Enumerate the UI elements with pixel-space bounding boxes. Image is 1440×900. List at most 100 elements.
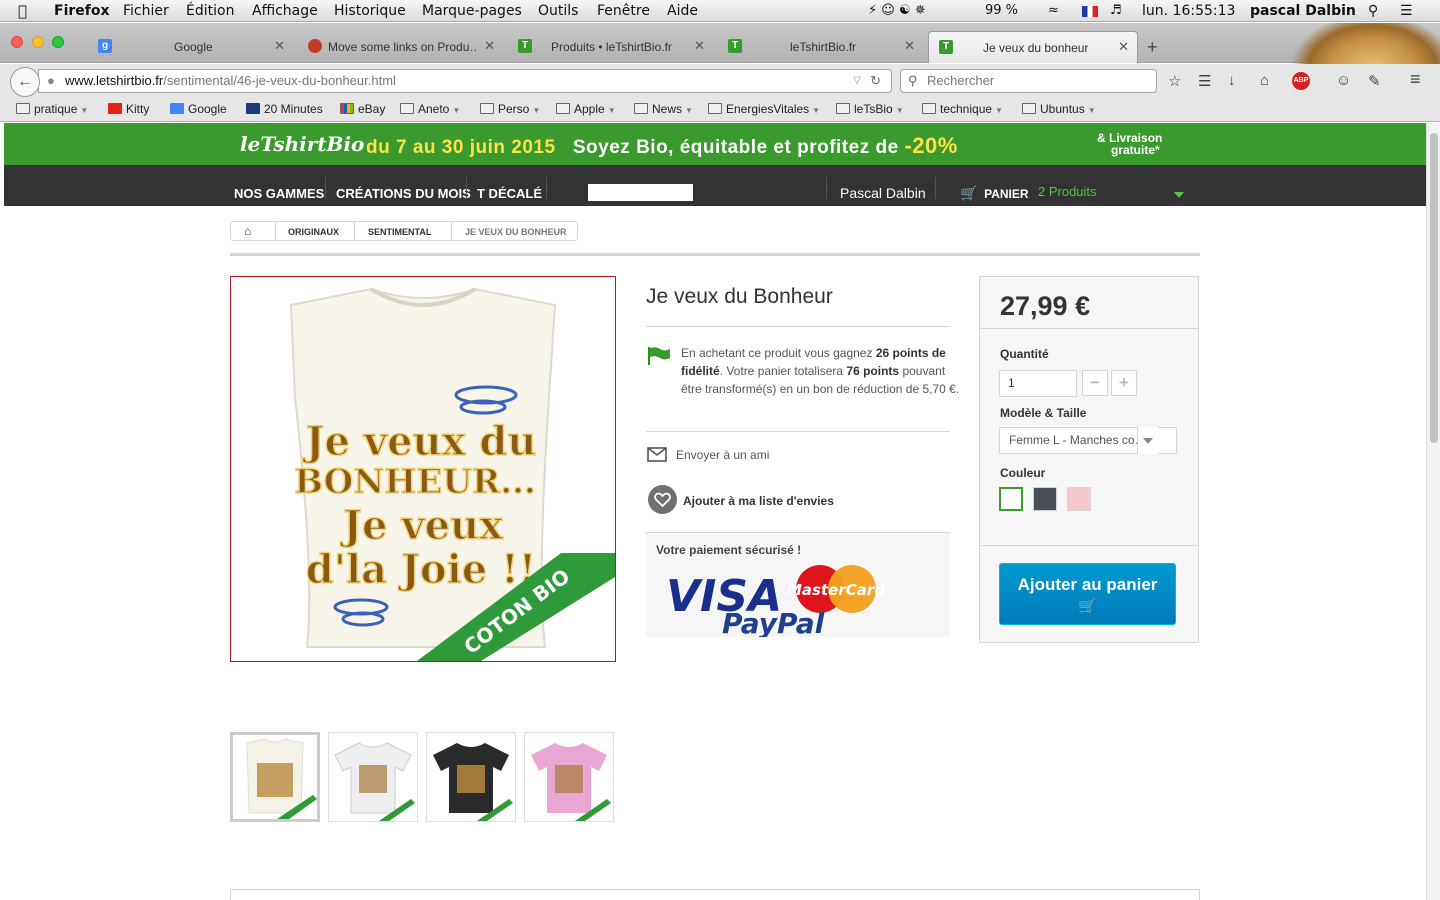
bookmark-ubuntus[interactable]: Ubuntus ▼	[1022, 102, 1096, 116]
color-swatch-grey[interactable]	[1033, 487, 1057, 511]
spotlight-icon[interactable]: ⚲	[1368, 3, 1378, 19]
bookmark-technique[interactable]: technique ▼	[922, 102, 1003, 116]
clock[interactable]: lun. 16:55:13	[1142, 3, 1235, 19]
bookmark-google[interactable]: Google	[170, 102, 227, 116]
cart-count[interactable]: 2 Produits	[1038, 184, 1097, 199]
quantity-minus-button[interactable]: −	[1082, 370, 1108, 396]
menu-outils[interactable]: Outils	[538, 3, 578, 19]
thumbnail-4[interactable]	[524, 732, 614, 822]
send-to-friend-link[interactable]: Envoyer à un ami	[676, 448, 769, 462]
product-main-image[interactable]: Je veux du BONHEUR... Je veux d'la Joie …	[230, 276, 616, 662]
cart-link[interactable]: 🛒 PANIER	[960, 185, 1029, 202]
account-link[interactable]: Pascal Dalbin	[840, 185, 926, 201]
secure-payment-title: Votre paiement sécurisé !	[656, 543, 802, 557]
home-icon[interactable]: ⌂	[1260, 72, 1269, 89]
site-search-input[interactable]	[588, 184, 693, 201]
menu-app[interactable]: Firefox	[54, 3, 110, 19]
user-name[interactable]: pascal Dalbin	[1250, 3, 1356, 19]
menu-historique[interactable]: Historique	[334, 3, 406, 19]
menu-marque-pages[interactable]: Marque-pages	[422, 3, 522, 19]
nav-creations-du-mois[interactable]: CRÉATIONS DU MOIS	[336, 186, 471, 201]
bookmarks-list-icon[interactable]: ☰	[1198, 72, 1211, 90]
tab-letshirtbio[interactable]: T leTshirtBio.fr ✕	[718, 31, 923, 63]
thumbnail-2[interactable]	[328, 732, 418, 822]
tab-title: Google	[174, 40, 213, 54]
heart-icon[interactable]	[648, 485, 677, 514]
home-icon[interactable]: ⌂	[244, 224, 251, 238]
chevron-down-icon[interactable]	[1137, 427, 1158, 454]
folder-icon	[922, 103, 936, 114]
puzzle-addon-icon[interactable]: ✎	[1368, 72, 1381, 90]
url-bar[interactable]: ● www.letshirtbio.fr/sentimental/46-je-v…	[38, 69, 892, 93]
scrollbar-thumb[interactable]	[1430, 133, 1438, 443]
close-window-icon[interactable]	[11, 36, 23, 48]
smiley-addon-icon[interactable]: ☺	[1336, 72, 1351, 89]
volume-icon[interactable]: ♬	[1110, 3, 1122, 18]
bookmark-apple[interactable]: Apple ▼	[556, 102, 616, 116]
quantity-plus-button[interactable]: +	[1111, 370, 1137, 396]
adblock-icon[interactable]: ABP	[1292, 72, 1310, 90]
menu-fenetre[interactable]: Fenêtre	[597, 3, 650, 19]
bookmark-ebay[interactable]: eBay	[340, 102, 385, 116]
tab-google[interactable]: g Google ✕	[88, 31, 293, 63]
close-tab-icon[interactable]: ✕	[484, 38, 495, 54]
bookmark-perso[interactable]: Perso ▼	[480, 102, 540, 116]
page-scrollbar[interactable]	[1426, 123, 1440, 900]
notification-icon[interactable]: ☰	[1400, 3, 1413, 19]
color-swatch-white[interactable]	[999, 487, 1023, 511]
hamburger-menu-icon[interactable]: ≡	[1410, 69, 1421, 90]
flag-fr-icon[interactable]	[1082, 6, 1098, 17]
minimize-window-icon[interactable]	[32, 36, 44, 48]
bookmark-energiesvitales[interactable]: EnergiesVitales ▼	[708, 102, 820, 116]
promo-banner[interactable]: leTshirtBio du 7 au 30 juin 2015 Soyez B…	[4, 123, 1426, 165]
wifi-icon[interactable]: ≈	[1048, 3, 1059, 18]
bookmark-kitty[interactable]: Kitty	[108, 102, 149, 116]
zoom-window-icon[interactable]	[52, 36, 64, 48]
loyalty-points-text: En achetant ce produit vous gagnez 26 po…	[681, 346, 960, 396]
color-swatch-pink[interactable]	[1067, 487, 1091, 511]
tab-produits[interactable]: T Produits • leTshirtBio.fr ✕	[508, 31, 713, 63]
tab-move-links[interactable]: Move some links on Produ… ✕	[298, 31, 503, 63]
cart-dropdown-icon[interactable]	[1174, 192, 1184, 198]
bookmark-star-icon[interactable]: ☆	[1168, 72, 1181, 90]
bookmark-news[interactable]: News ▼	[634, 102, 693, 116]
thumbnail-1[interactable]	[230, 732, 320, 822]
status-icons[interactable]: ⚡ ☺ ☯ ✵	[868, 3, 926, 18]
new-tab-icon[interactable]: +	[1147, 37, 1158, 58]
bookmark-20-minutes[interactable]: 20 Minutes	[246, 102, 323, 116]
download-icon[interactable]: ↓	[1228, 72, 1236, 89]
menu-fichier[interactable]: Fichier	[123, 3, 169, 19]
image-text-line2: BONHEUR...	[294, 462, 536, 502]
back-button[interactable]: ←	[10, 67, 40, 97]
url-domain: www.letshirtbio.fr	[65, 73, 164, 88]
menu-edition[interactable]: Édition	[186, 3, 234, 19]
divider	[980, 328, 1198, 329]
google-icon	[170, 103, 184, 114]
bookmark-pratique[interactable]: pratique ▼	[16, 102, 88, 116]
breadcrumb-sentimental[interactable]: SENTIMENTAL	[368, 227, 431, 237]
add-to-wishlist-link[interactable]: Ajouter à ma liste d'envies	[683, 494, 834, 508]
nav-nos-gammes[interactable]: NOS GAMMES	[234, 186, 324, 201]
site-logo[interactable]: leTshirtBio	[240, 132, 364, 156]
close-tab-icon[interactable]: ✕	[1118, 39, 1129, 55]
url-dropdown-icon[interactable]: ▽	[853, 70, 861, 92]
bookmark-letsbio[interactable]: leTsBio ▼	[836, 102, 904, 116]
quantity-input[interactable]: 1	[999, 370, 1077, 397]
menu-affichage[interactable]: Affichage	[252, 3, 318, 19]
search-bar[interactable]: ⚲ Rechercher	[900, 69, 1157, 93]
thumbnail-3[interactable]	[426, 732, 516, 822]
add-to-cart-button[interactable]: Ajouter au panier 🛒	[999, 563, 1176, 625]
tab-je-veux-du-bonheur[interactable]: T Je veux du bonheur ✕	[928, 31, 1138, 63]
close-tab-icon[interactable]: ✕	[274, 38, 285, 54]
breadcrumb-originaux[interactable]: ORIGINAUX	[288, 227, 339, 237]
add-to-cart-label: Ajouter au panier	[1017, 575, 1158, 594]
nav-t-decale[interactable]: T DÉCALÉ	[477, 186, 542, 201]
reload-icon[interactable]: ↻	[870, 70, 881, 92]
tab-title: Je veux du bonheur	[983, 41, 1089, 55]
apple-menu-icon[interactable]: 	[18, 2, 27, 20]
menu-aide[interactable]: Aide	[667, 3, 698, 19]
bookmark-aneto[interactable]: Aneto ▼	[400, 102, 460, 116]
battery-percent[interactable]: 99 %	[985, 3, 1018, 18]
close-tab-icon[interactable]: ✕	[904, 38, 915, 54]
close-tab-icon[interactable]: ✕	[694, 38, 705, 54]
